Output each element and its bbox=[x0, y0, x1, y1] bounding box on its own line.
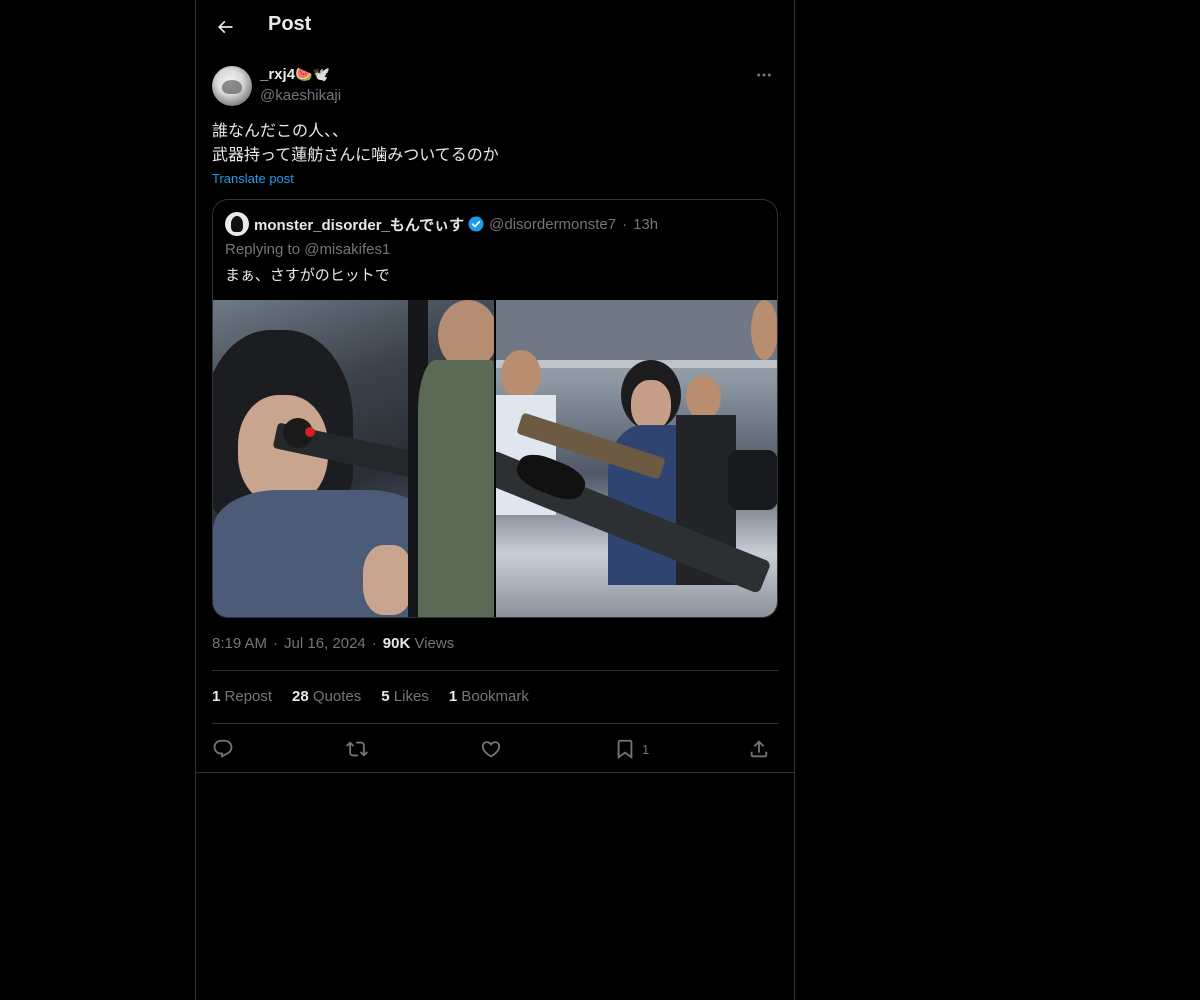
quoted-separator: · bbox=[622, 215, 628, 233]
avatar[interactable] bbox=[212, 66, 252, 106]
quoted-avatar[interactable] bbox=[225, 212, 249, 236]
more-button[interactable] bbox=[750, 64, 778, 86]
author-name[interactable]: _rxj4🍉🕊️ bbox=[260, 66, 330, 83]
action-bar: 1 bbox=[212, 733, 778, 765]
stat-reposts[interactable]: 1 Repost bbox=[212, 688, 272, 705]
quoted-author-name[interactable]: monster_disorder_もんでぃす bbox=[254, 214, 464, 235]
post-author: _rxj4🍉🕊️ @kaeshikaji bbox=[212, 64, 778, 108]
author-name-emoji: 🍉🕊️ bbox=[295, 66, 330, 82]
quoted-post[interactable]: monster_disorder_もんでぃす @disordermonste7 … bbox=[212, 199, 778, 618]
more-icon bbox=[757, 73, 771, 77]
meta-separator: · bbox=[371, 635, 377, 652]
post-column: Post _rxj4🍉🕊️ @kaeshikaji 誰なんだこの人、、 武器持っ… bbox=[195, 0, 795, 1000]
quoted-author-handle: @disordermonste7 bbox=[489, 215, 617, 233]
page-title: Post bbox=[268, 13, 312, 35]
back-button[interactable] bbox=[208, 10, 242, 44]
author-handle[interactable]: @kaeshikaji bbox=[260, 87, 341, 104]
stat-likes[interactable]: 5 Likes bbox=[381, 688, 429, 705]
likes-count: 5 bbox=[381, 688, 390, 705]
bookmark-button[interactable]: 1 bbox=[614, 733, 649, 765]
quotes-count: 28 bbox=[292, 688, 309, 705]
reply-button[interactable] bbox=[212, 733, 234, 765]
share-icon bbox=[750, 740, 768, 758]
back-arrow-icon bbox=[217, 20, 233, 34]
repost-icon bbox=[346, 741, 368, 757]
post-meta: 8:19 AM · Jul 16, 2024 · 90K Views bbox=[212, 635, 454, 652]
divider bbox=[212, 670, 778, 671]
bookmarks-count: 1 bbox=[448, 688, 458, 705]
divider bbox=[212, 723, 778, 724]
stat-quotes[interactable]: 28 Quotes bbox=[292, 688, 361, 705]
author-display-name: _rxj4 bbox=[260, 66, 296, 83]
like-button[interactable] bbox=[480, 733, 502, 765]
header: Post bbox=[196, 0, 794, 53]
post-time[interactable]: 8:19 AM bbox=[212, 635, 267, 652]
reposts-label: Repost bbox=[224, 688, 273, 705]
like-icon bbox=[481, 741, 501, 758]
post-bottom-border bbox=[196, 772, 794, 773]
views-count: 90K bbox=[382, 635, 411, 652]
media-image-rifle-aim[interactable] bbox=[213, 300, 494, 617]
bookmark-count: 1 bbox=[642, 741, 650, 757]
reposts-count: 1 bbox=[212, 688, 221, 705]
post-stats: 1 Repost 28 Quotes 5 Likes 1 Bookmark bbox=[212, 688, 529, 705]
reply-icon bbox=[213, 739, 233, 758]
share-button[interactable] bbox=[748, 733, 770, 765]
quoted-time: 13h bbox=[633, 215, 659, 233]
likes-label: Likes bbox=[393, 688, 429, 705]
bookmark-icon bbox=[617, 739, 633, 760]
stat-bookmarks[interactable]: 1 Bookmark bbox=[449, 688, 529, 705]
media-image-rifle-inspection[interactable] bbox=[496, 300, 777, 617]
quoted-media bbox=[213, 300, 777, 617]
quoted-post-header: monster_disorder_もんでぃす @disordermonste7 … bbox=[225, 212, 658, 236]
bookmarks-label: Bookmark bbox=[461, 688, 529, 705]
post-date[interactable]: Jul 16, 2024 bbox=[284, 635, 366, 652]
quoted-reply-context: Replying to @misakifes1 bbox=[225, 241, 391, 258]
meta-separator: · bbox=[273, 635, 279, 652]
post-text: 誰なんだこの人、、 武器持って蓮舫さんに噛みついてるのか bbox=[212, 123, 499, 164]
views-label: Views bbox=[414, 635, 455, 652]
quotes-label: Quotes bbox=[312, 688, 362, 705]
repost-button[interactable] bbox=[346, 733, 368, 765]
verified-badge-icon bbox=[467, 215, 485, 233]
translate-post-link[interactable]: Translate post bbox=[212, 171, 294, 186]
quoted-text: まぁ、さすがのヒットで bbox=[225, 267, 390, 284]
